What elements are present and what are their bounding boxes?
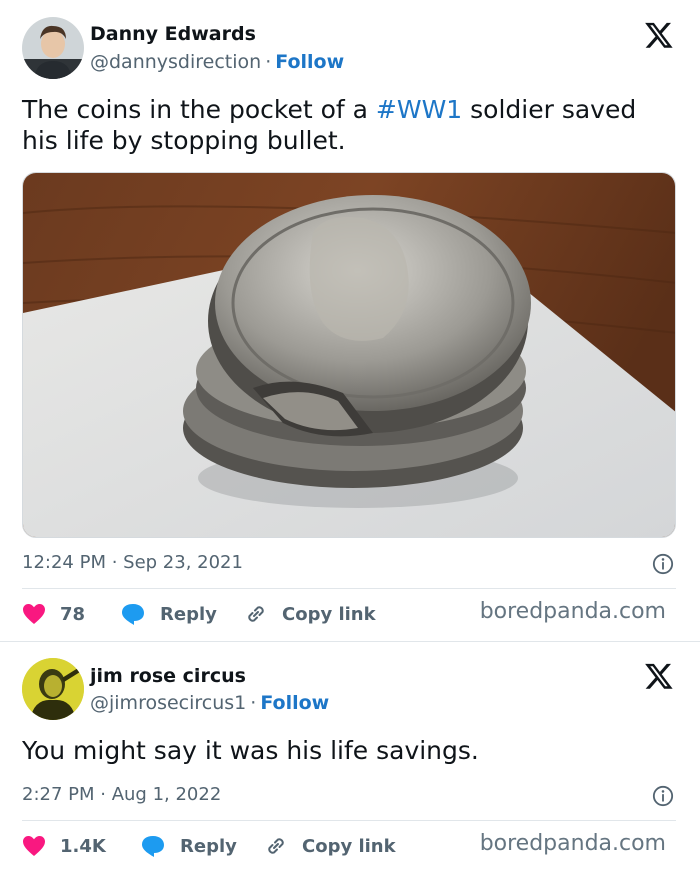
separator: ·	[250, 692, 257, 714]
timestamp[interactable]: 2:27 PM · Aug 1, 2022	[22, 784, 221, 805]
handle-row: @dannysdirection · Follow	[90, 51, 344, 73]
author-name[interactable]: Danny Edwards	[90, 23, 256, 45]
hashtag-link[interactable]: #WW1	[376, 95, 462, 124]
tweet-photo[interactable]	[22, 172, 676, 538]
copy-link-label: Copy link	[302, 835, 396, 857]
copy-link-button[interactable]: Copy link	[264, 831, 396, 861]
tweet-card: Danny Edwards @dannysdirection · Follow Th…	[0, 0, 700, 641]
tweet-text: The coins in the pocket of a #WW1 soldie…	[22, 95, 637, 155]
author-handle[interactable]: @dannysdirection	[90, 51, 261, 73]
action-bar: 78 Reply Copy link boredpanda.com	[22, 599, 682, 629]
x-logo-icon[interactable]	[644, 661, 674, 691]
tweet-text: You might say it was his life savings.	[22, 736, 479, 765]
link-icon	[268, 838, 284, 854]
like-count: 1.4K	[60, 835, 106, 857]
timestamp[interactable]: 12:24 PM · Sep 23, 2021	[22, 552, 243, 573]
like-button[interactable]: 1.4K	[22, 831, 106, 861]
action-bar: 1.4K Reply Copy link boredpanda.com	[22, 831, 682, 861]
heart-icon	[23, 836, 45, 856]
reply-bubble-icon	[142, 836, 164, 857]
copy-link-button[interactable]: Copy link	[244, 599, 376, 629]
link-icon	[248, 606, 264, 622]
heart-icon	[23, 604, 45, 624]
like-button[interactable]: 78	[22, 599, 85, 629]
brand-watermark: boredpanda.com	[479, 599, 666, 624]
handle-row: @jimrosecircus1 · Follow	[90, 692, 329, 714]
divider	[22, 820, 676, 821]
avatar[interactable]	[22, 658, 84, 720]
separator: ·	[265, 51, 272, 73]
reply-button[interactable]: Reply	[140, 831, 237, 861]
brand-watermark: boredpanda.com	[479, 831, 666, 856]
copy-link-label: Copy link	[282, 603, 376, 625]
info-icon[interactable]	[652, 553, 674, 575]
author-name[interactable]: jim rose circus	[90, 665, 246, 687]
x-logo-icon[interactable]	[644, 20, 674, 50]
follow-button[interactable]: Follow	[275, 51, 344, 73]
avatar[interactable]	[22, 17, 84, 79]
reply-label: Reply	[160, 603, 217, 625]
reply-bubble-icon	[122, 604, 144, 625]
info-icon[interactable]	[652, 785, 674, 807]
reply-label: Reply	[180, 835, 237, 857]
reply-button[interactable]: Reply	[120, 599, 217, 629]
follow-button[interactable]: Follow	[260, 692, 329, 714]
author-handle[interactable]: @jimrosecircus1	[90, 692, 246, 714]
tweet-separator	[0, 641, 700, 642]
divider	[22, 588, 676, 589]
like-count: 78	[60, 603, 86, 625]
